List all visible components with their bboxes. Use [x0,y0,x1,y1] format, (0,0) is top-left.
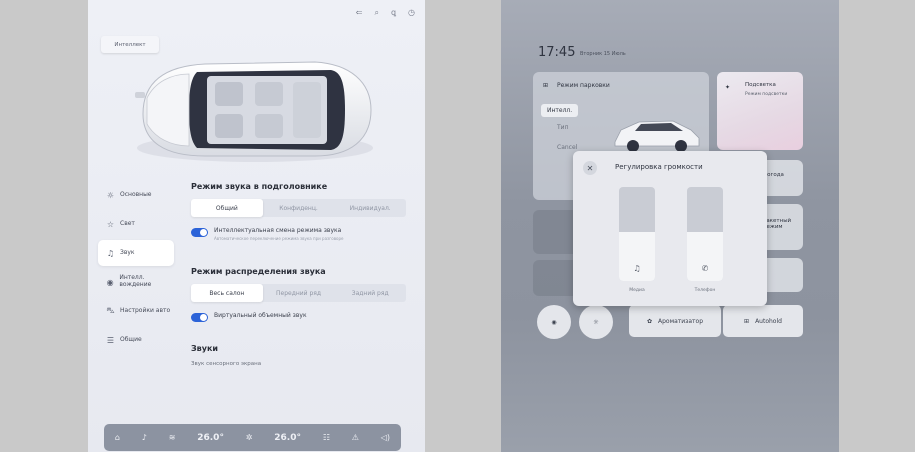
light-icon: ✦ [725,84,731,91]
button-label: Autohold [755,317,782,325]
music-icon[interactable]: ♪ [142,433,147,442]
menu-item-light[interactable]: ☆ Свет [98,211,174,237]
climate-bar: ⌂ ♪ ≋ 26.0° ✲ 26.0° ☷ ⚠ ◁) [104,424,401,451]
search-icon[interactable]: ⌕ [374,8,378,18]
headrest-mode-selector: Общий Конфиденц. Индивидуал. [191,199,406,217]
home-icon[interactable]: ⌂ [115,433,120,442]
dialog-title: Регулировка громкости [615,163,703,171]
general-icon: ☰ [106,335,115,345]
menu-item-basic[interactable]: ☼ Основные [98,182,174,208]
toggle-label: Интеллектуальная смена режима звука [214,227,342,234]
menu-item-general[interactable]: ☰ Общие [98,327,174,353]
volume-icon[interactable]: ◁) [381,433,390,442]
segment-option[interactable]: Задний ряд [334,284,406,302]
menu-item-label: Настройки авто [120,306,171,314]
menu-item-label: Звук [120,248,135,256]
driving-icon: ◉ [106,277,114,287]
back-icon[interactable]: ⇐ [356,8,363,18]
phone-icon: ✆ [701,264,709,273]
car-top-view-image [135,61,373,162]
card-tag[interactable]: Интелл. [541,104,579,117]
menu-item-label: Интелл. вождение [119,274,152,288]
segment-option[interactable]: Весь салон [191,284,263,302]
card-title: Подсветка [745,82,776,88]
sound-settings-panel: Режим звука в подголовнике Общий Конфиде… [191,182,406,367]
card-title: Режим парковки [557,82,610,89]
phone-volume-slider[interactable]: ✆ [687,187,723,281]
section-title: Режим звука в подголовнике [191,182,328,191]
warning-icon[interactable]: ⚠ [352,433,359,442]
segment-option[interactable]: Передний ряд [263,284,335,302]
slider-fill [619,232,655,281]
slider-fill [687,232,723,281]
virtual-surround-toggle[interactable] [191,313,208,322]
aroma-icon: ✿ [646,317,652,325]
light-icon: ☆ [106,219,115,229]
grid-icon[interactable]: ☷ [323,433,330,442]
segment-option[interactable]: Общий [191,199,263,217]
profile-icon[interactable]: ꝗ [391,8,396,18]
menu-item-driving[interactable]: ◉ Интелл. вождение [98,269,174,295]
smart-mode-row: Интеллектуальная смена режима звука Авто… [191,227,406,241]
menu-item-label: Свет [120,219,135,227]
menu-item-vehicle[interactable]: ⛍ Настройки авто [98,298,174,324]
card-item: Тип [557,124,569,131]
slider-label: Медиа [629,288,645,293]
smart-mode-toggle[interactable] [191,228,208,237]
volume-dialog: ✕ Регулировка громкости ♫ Медиа ✆ Телефо… [573,151,767,306]
virtual-surround-row: Виртуальный объемный звук [191,312,406,322]
card-title: Ракетный режим [763,218,792,230]
section-title: Звуки [191,344,218,353]
slider-label: Телефон [694,288,716,293]
toggle-label: Виртуальный объемный звук [214,312,307,319]
eye-button[interactable]: ◉ [537,305,571,339]
card-item: Cancel [557,144,578,151]
close-icon[interactable]: ✕ [583,161,597,175]
menu-item-sound[interactable]: ♫ Звук [98,240,174,266]
card-subtitle: Режим подсветки [745,92,788,97]
car-icon: ⛍ [106,306,115,315]
media-volume-slider[interactable]: ♫ [619,187,655,281]
touch-sound-label: Звук сенсорного экрана [191,361,262,367]
temp-right[interactable]: 26.0° [274,433,301,443]
autohold-button[interactable]: ⊞ Autohold [723,305,803,337]
parking-icon: ⊞ [543,82,549,89]
autohold-icon: ⊞ [744,317,750,325]
segment-option[interactable]: Индивидуал. [334,199,406,217]
segment-option[interactable]: Конфиденц. [263,199,335,217]
basic-icon: ☼ [106,190,115,200]
fan-icon[interactable]: ✲ [246,433,253,442]
menu-item-label: Основные [120,190,152,198]
aroma-button[interactable]: ✿ Ароматизатор [629,305,721,337]
clock: 17:45 [538,45,576,60]
seat-heat-icon[interactable]: ≋ [169,433,176,442]
sound-icon: ♫ [106,248,115,258]
distribution-mode-selector: Весь салон Передний ряд Задний ряд [191,284,406,302]
brightness-button[interactable]: ☼ [579,305,613,339]
clock-icon[interactable]: ◷ [408,8,415,18]
section-title: Режим распределения звука [191,267,326,276]
settings-menu: ☼ Основные ☆ Свет ♫ Звук ◉ Интелл. вожде… [98,182,174,356]
date-label: Вторник 15 Июль [580,51,626,57]
menu-item-label: Общие [120,335,142,343]
mode-tag[interactable]: Интеллект [101,36,159,53]
toggle-description: Автоматическое переключение режима звука… [214,236,344,241]
music-icon: ♫ [633,264,641,273]
temp-left[interactable]: 26.0° [197,433,224,443]
button-label: Ароматизатор [658,317,704,325]
left-screen: ⇐ ⌕ ꝗ ◷ Интеллект ☼ Основные ☆ Свет ♫ Зв… [88,0,425,452]
ambient-light-card[interactable]: ✦ Подсветка Режим подсветки [717,72,803,150]
status-icons: ⇐ ⌕ ꝗ ◷ [356,8,415,18]
